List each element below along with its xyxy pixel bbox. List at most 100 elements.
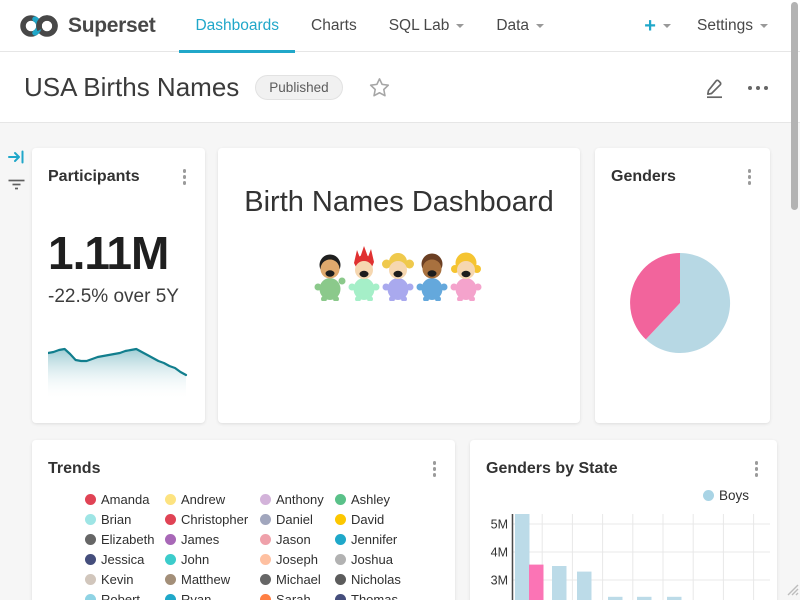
legend-swatch	[260, 554, 271, 565]
legend-item[interactable]: Daniel	[257, 509, 332, 529]
legend-item[interactable]: Kevin	[82, 569, 162, 589]
card-resize-handle[interactable]	[784, 581, 799, 596]
legend-label: David	[351, 512, 384, 527]
legend-item[interactable]: Jessica	[82, 549, 162, 569]
nav-label: Charts	[311, 17, 357, 35]
legend-label: Matthew	[181, 572, 230, 587]
legend-item[interactable]: Jennifer	[332, 529, 442, 549]
vertical-scrollbar[interactable]	[791, 2, 798, 210]
legend-item[interactable]: Brian	[82, 509, 162, 529]
nav-item-charts[interactable]: Charts	[295, 0, 373, 52]
new-item-button[interactable]: +	[644, 16, 671, 36]
brand[interactable]: Superset	[18, 12, 155, 40]
card-genders-by-state: Genders by State Boys 5M4M3M	[470, 440, 777, 600]
children-illustration	[314, 243, 484, 301]
nav-item-sql-lab[interactable]: SQL Lab	[373, 0, 481, 52]
legend-label: Michael	[276, 572, 321, 587]
legend-swatch	[335, 574, 346, 585]
legend-item[interactable]: Anthony	[257, 489, 332, 509]
legend-item[interactable]: David	[332, 509, 442, 529]
trends-legend: Amanda Andrew Anthony Ashley BrianChristophe…	[82, 489, 442, 600]
legend-item[interactable]: James	[162, 529, 257, 549]
legend-label: Kevin	[101, 572, 134, 587]
published-badge[interactable]: Published	[255, 75, 342, 100]
chevron-down-icon	[760, 24, 768, 32]
settings-label: Settings	[697, 17, 753, 35]
legend-item[interactable]: Michael	[257, 569, 332, 589]
dashboard-header: USA Births Names Published	[0, 53, 800, 123]
legend-label: Nicholas	[351, 572, 401, 587]
legend-label: John	[181, 552, 209, 567]
navbar: Superset Dashboards Charts SQL Lab Data …	[0, 0, 800, 52]
legend-item[interactable]: Nicholas	[332, 569, 442, 589]
genders-pie[interactable]	[595, 183, 770, 423]
edit-dashboard-icon[interactable]	[703, 76, 726, 99]
chevron-down-icon	[536, 24, 544, 32]
nav-label: SQL Lab	[389, 17, 450, 35]
legend-label: Jason	[276, 532, 311, 547]
plus-icon: +	[644, 16, 656, 36]
brand-name: Superset	[68, 14, 155, 38]
dashboard-grid: Participants 1.11M -22.5% over 5Y Birth …	[0, 123, 800, 600]
legend-item[interactable]: Joshua	[332, 549, 442, 569]
legend-item[interactable]: Andrew	[162, 489, 257, 509]
nav-item-data[interactable]: Data	[480, 0, 560, 52]
legend-swatch	[85, 494, 96, 505]
card-menu-kebab-icon[interactable]	[752, 458, 762, 480]
legend-swatch	[85, 594, 96, 600]
legend-label: Jessica	[101, 552, 144, 567]
legend-swatch	[85, 514, 96, 525]
legend-swatch	[335, 514, 346, 525]
expand-filter-bar-icon[interactable]	[8, 149, 25, 165]
legend-swatch	[260, 594, 271, 600]
big-number-value: 1.11M	[32, 188, 205, 280]
participants-sparkline	[48, 344, 188, 404]
legend-item[interactable]: Matthew	[162, 569, 257, 589]
legend-label: Robert	[101, 592, 140, 600]
legend-label: Amanda	[101, 492, 149, 507]
legend-swatch	[165, 534, 176, 545]
legend-label: Anthony	[276, 492, 324, 507]
page-title: USA Births Names	[24, 72, 239, 103]
legend-swatch	[165, 514, 176, 525]
legend-item[interactable]: Amanda	[82, 489, 162, 509]
legend-swatch	[85, 554, 96, 565]
legend-item[interactable]: Ashley	[332, 489, 442, 509]
legend-label: Joseph	[276, 552, 318, 567]
settings-menu[interactable]: Settings	[697, 17, 768, 35]
legend-swatch	[165, 594, 176, 600]
legend-item[interactable]: Jason	[257, 529, 332, 549]
legend-swatch	[335, 494, 346, 505]
chevron-down-icon	[663, 24, 671, 32]
legend-item[interactable]: Ryan	[162, 589, 257, 600]
legend-item[interactable]: Robert	[82, 589, 162, 600]
markdown-heading: Birth Names Dashboard	[218, 148, 580, 219]
card-trends: Trends AmandaAndrewAnthonyAshleyBrianChr…	[32, 440, 455, 600]
legend-item[interactable]: Elizabeth	[82, 529, 162, 549]
card-genders: Genders	[595, 148, 770, 423]
legend-item[interactable]: Thomas	[332, 589, 442, 600]
superset-logo-icon	[18, 12, 60, 40]
legend-swatch	[260, 514, 271, 525]
favorite-star-icon[interactable]	[369, 77, 390, 98]
genders-by-state-chart[interactable]: 5M4M3M	[470, 480, 777, 600]
svg-text:4M: 4M	[491, 546, 508, 560]
legend-item[interactable]: John	[162, 549, 257, 569]
legend-item[interactable]: Christopher	[162, 509, 257, 529]
nav-label: Data	[496, 17, 529, 35]
nav-item-dashboards[interactable]: Dashboards	[179, 0, 295, 52]
card-title: Participants	[48, 168, 140, 186]
card-menu-kebab-icon[interactable]	[180, 166, 190, 188]
nav-label: Dashboards	[195, 17, 279, 35]
legend-label: Daniel	[276, 512, 313, 527]
card-markdown: Birth Names Dashboard	[218, 148, 580, 423]
legend-item[interactable]: Sarah	[257, 589, 332, 600]
chevron-down-icon	[456, 24, 464, 32]
card-menu-kebab-icon[interactable]	[430, 458, 440, 480]
legend-label: Thomas	[351, 592, 398, 600]
legend-swatch	[165, 554, 176, 565]
filter-funnel-icon[interactable]	[8, 177, 25, 192]
legend-swatch	[85, 574, 96, 585]
dashboard-actions-menu[interactable]	[748, 86, 768, 90]
legend-item[interactable]: Joseph	[257, 549, 332, 569]
